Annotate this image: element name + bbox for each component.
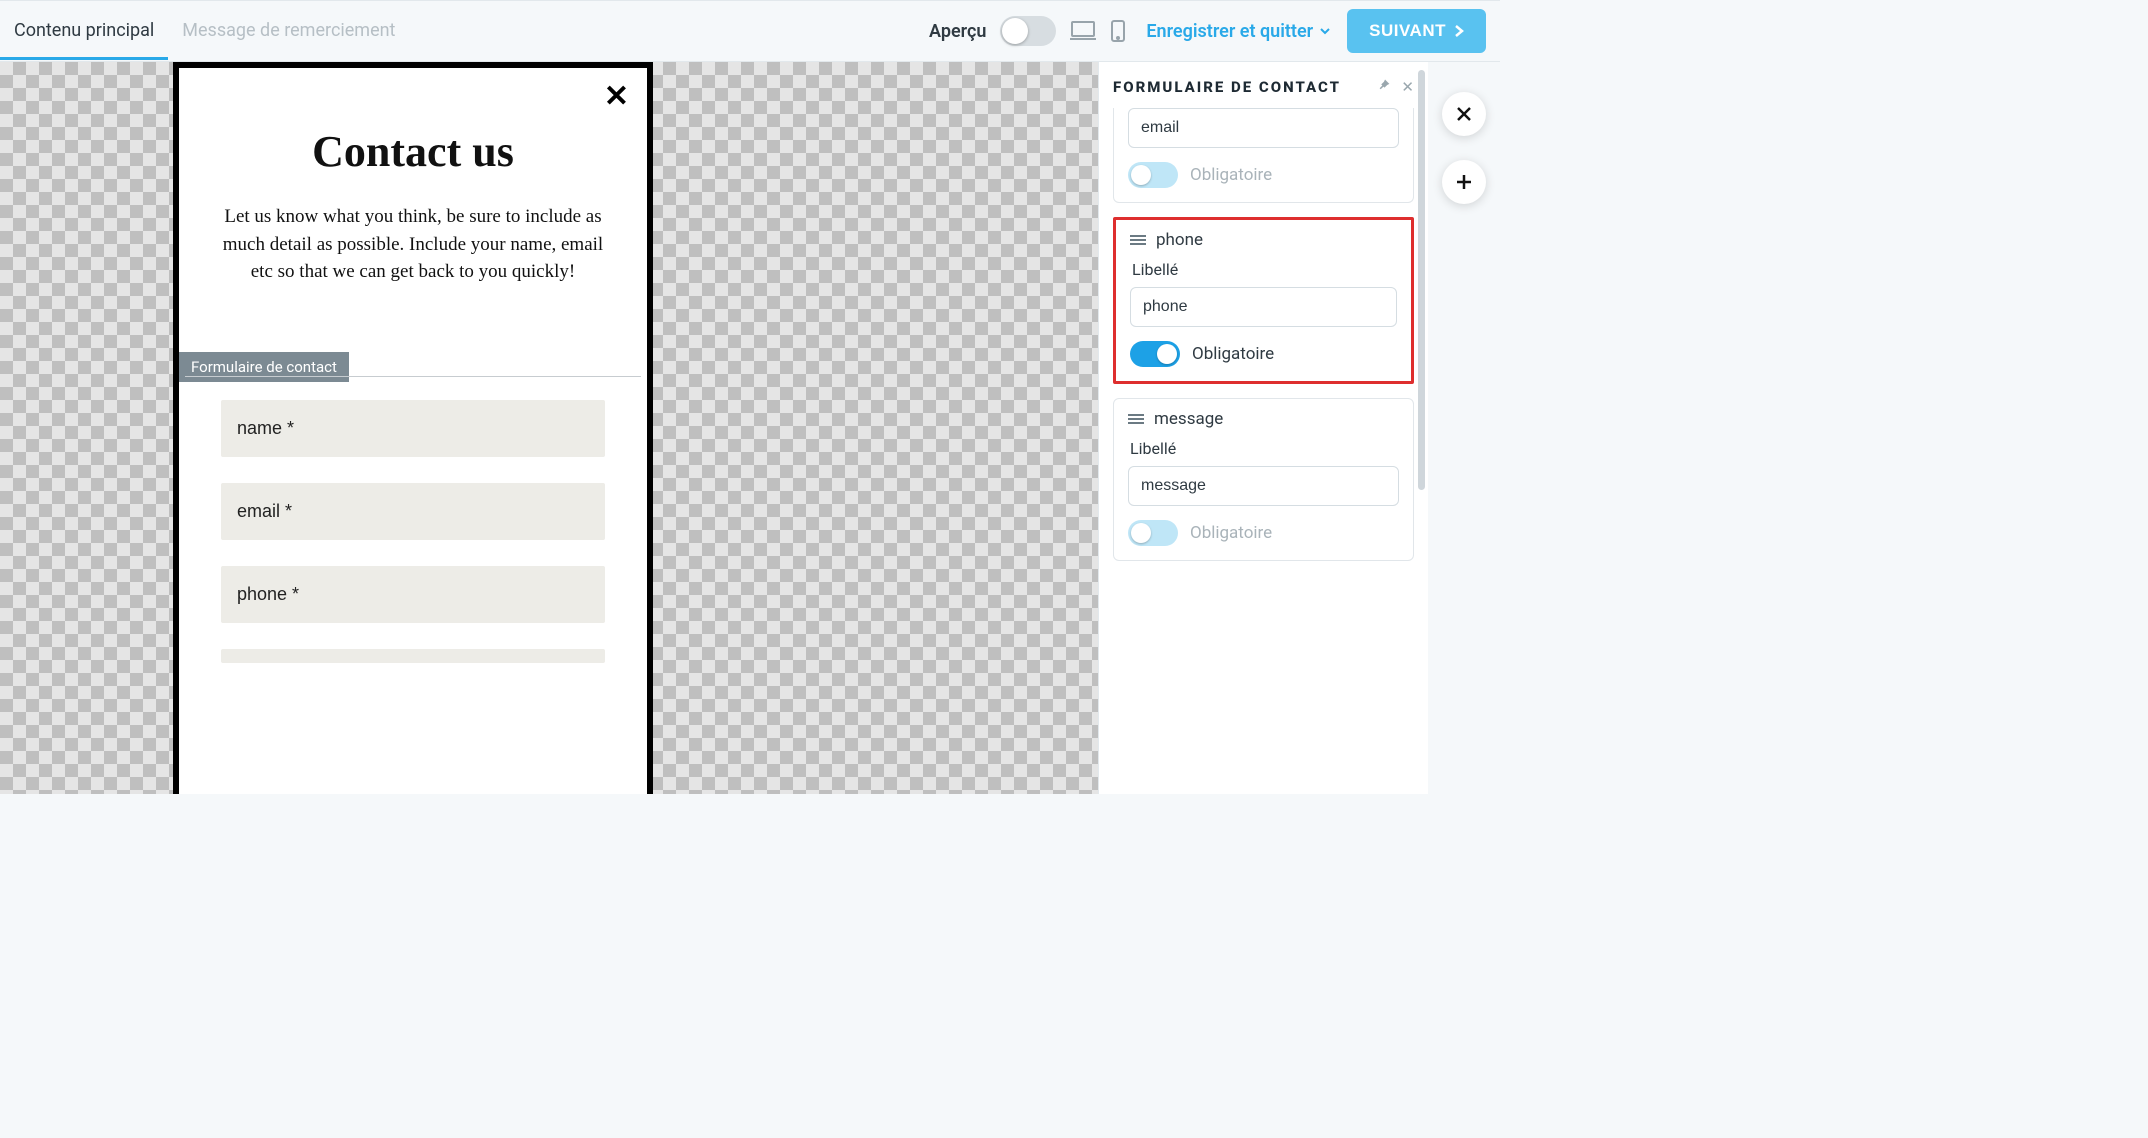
email-label-input[interactable]	[1128, 108, 1399, 148]
next-button-label: SUIVANT	[1369, 21, 1446, 41]
mobile-icon[interactable]	[1110, 19, 1126, 43]
add-block-button[interactable]	[1442, 160, 1486, 204]
right-rail	[1428, 62, 1500, 794]
phone-required-label: Obligatoire	[1192, 344, 1274, 364]
message-label-input[interactable]	[1128, 466, 1399, 506]
next-button[interactable]: SUIVANT	[1347, 9, 1486, 53]
form-fields: name * email * phone *	[179, 400, 647, 689]
popup-description[interactable]: Let us know what you think, be sure to i…	[209, 203, 617, 286]
popup-title[interactable]: Contact us	[209, 126, 617, 177]
drag-handle-icon[interactable]	[1128, 413, 1144, 425]
chevron-right-icon	[1454, 24, 1464, 38]
phone-label-input[interactable]	[1130, 287, 1397, 327]
chevron-down-icon	[1319, 25, 1331, 37]
config-phone: phone Libellé Obligatoire	[1113, 217, 1414, 384]
phone-libelle-label: Libellé	[1132, 260, 1397, 279]
message-libelle-label: Libellé	[1130, 439, 1399, 458]
drag-handle-icon[interactable]	[1130, 234, 1146, 246]
config-email: Obligatoire	[1113, 108, 1414, 203]
scrollbar[interactable]	[1418, 70, 1425, 490]
email-required-toggle[interactable]	[1128, 162, 1178, 188]
config-message: message Libellé Obligatoire	[1113, 398, 1414, 561]
form-block-label[interactable]: Formulaire de contact	[179, 352, 349, 382]
message-field-name: message	[1154, 409, 1223, 429]
close-editor-button[interactable]	[1442, 92, 1486, 136]
tab-main-content[interactable]: Contenu principal	[0, 2, 168, 60]
save-and-exit-label: Enregistrer et quitter	[1146, 21, 1313, 42]
message-required-toggle[interactable]	[1128, 520, 1178, 546]
top-bar: Contenu principal Message de remerciemen…	[0, 0, 1500, 62]
close-icon[interactable]: ✕	[604, 82, 629, 112]
pin-icon[interactable]	[1378, 78, 1391, 96]
form-divider	[185, 376, 641, 377]
field-next[interactable]	[221, 649, 605, 663]
phone-required-toggle[interactable]	[1130, 341, 1180, 367]
preview-label: Aperçu	[929, 21, 986, 42]
preview-controls: Aperçu	[929, 16, 1126, 46]
tab-thank-you[interactable]: Message de remerciement	[168, 2, 409, 60]
canvas-pane: ✕ Contact us Let us know what you think,…	[0, 62, 1098, 794]
field-name[interactable]: name *	[221, 400, 605, 457]
field-email[interactable]: email *	[221, 483, 605, 540]
panel-title: Formulaire de contact	[1113, 78, 1341, 96]
save-and-exit-link[interactable]: Enregistrer et quitter	[1146, 21, 1331, 42]
close-panel-icon[interactable]: ✕	[1401, 78, 1414, 96]
field-phone[interactable]: phone *	[221, 566, 605, 623]
desktop-icon[interactable]	[1070, 20, 1096, 42]
tabs: Contenu principal Message de remerciemen…	[0, 2, 929, 60]
side-panel: Formulaire de contact ✕ Obligatoire	[1098, 62, 1428, 794]
message-required-label: Obligatoire	[1190, 523, 1272, 543]
email-required-label: Obligatoire	[1190, 165, 1272, 185]
preview-toggle[interactable]	[1000, 16, 1056, 46]
popup-preview[interactable]: ✕ Contact us Let us know what you think,…	[173, 62, 653, 794]
phone-field-name: phone	[1156, 230, 1203, 250]
